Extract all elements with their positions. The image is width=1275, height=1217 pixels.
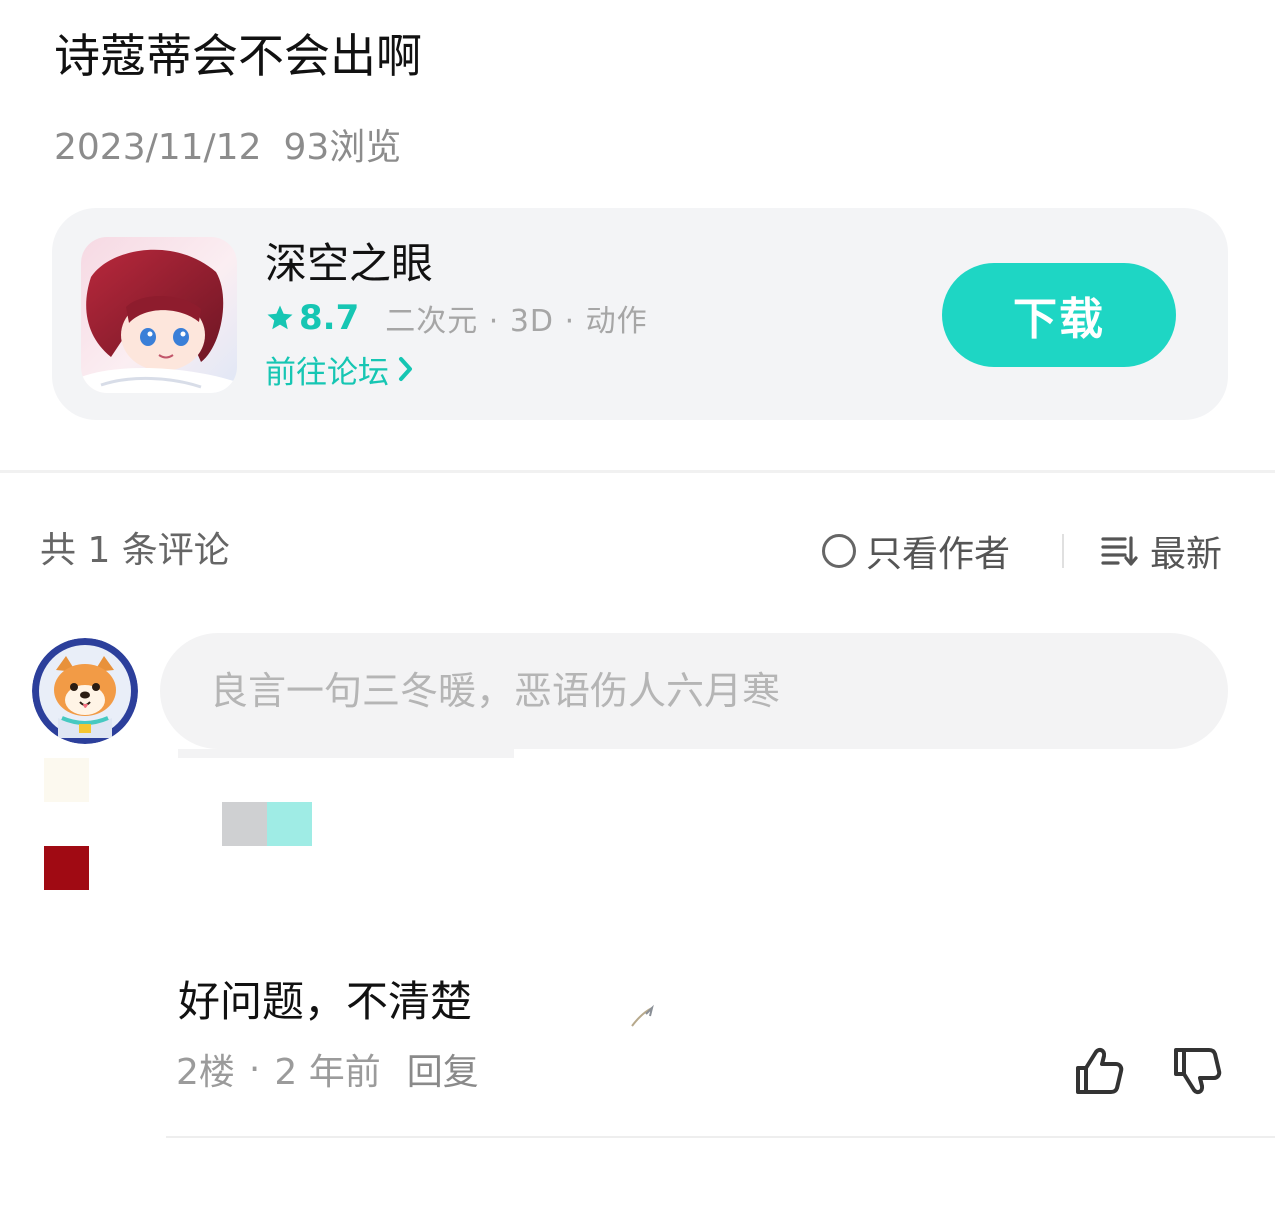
- radio-circle-icon: [822, 534, 856, 568]
- chevron-right-icon: [399, 357, 412, 381]
- thumbs-up-icon: [1076, 1047, 1124, 1094]
- forum-link[interactable]: 前往论坛: [265, 349, 415, 391]
- comment-divider: [166, 1136, 1275, 1138]
- post-title: 诗蔻蒂会不会出啊: [54, 29, 422, 83]
- render-artifact: [222, 802, 267, 846]
- comment-time: 2 年前: [274, 1052, 381, 1093]
- header-divider: [1062, 534, 1064, 568]
- render-artifact: [631, 1004, 654, 1027]
- render-artifact: [44, 758, 89, 802]
- comment-text: 好问题，不清楚: [178, 977, 473, 1026]
- sort-toggle[interactable]: 最新: [1100, 527, 1222, 575]
- dislike-button[interactable]: [1170, 1044, 1224, 1098]
- download-button[interactable]: 下载: [942, 263, 1176, 367]
- game-rating-row: 8.7 二次元 · 3D · 动作: [265, 298, 648, 339]
- post-detail-page: 诗蔻蒂会不会出啊 2023/11/12 93浏览 深空之眼 8.7 二次元 · …: [0, 0, 1275, 1217]
- game-tags: 二次元 · 3D · 动作: [385, 304, 648, 339]
- thumbs-down-icon: [1174, 1048, 1222, 1095]
- author-only-label: 只看作者: [866, 534, 1011, 575]
- render-artifact: [44, 846, 89, 890]
- comment-input[interactable]: [160, 633, 1228, 749]
- section-divider: [0, 470, 1275, 473]
- post-date: 2023/11/12: [54, 127, 262, 168]
- star-icon: [267, 305, 293, 330]
- game-name[interactable]: 深空之眼: [265, 238, 433, 290]
- meta-separator: ·: [248, 1048, 261, 1090]
- like-button[interactable]: [1072, 1044, 1126, 1098]
- comment-floor: 2楼: [176, 1052, 235, 1093]
- comment-meta: 2楼 · 2 年前 回复: [176, 1044, 479, 1094]
- game-card[interactable]: 深空之眼 8.7 二次元 · 3D · 动作 前往论坛 下载: [52, 208, 1228, 420]
- author-only-toggle[interactable]: 只看作者: [822, 527, 1010, 575]
- render-artifact: [267, 802, 312, 846]
- sort-label: 最新: [1150, 534, 1223, 575]
- render-artifact: [178, 749, 514, 758]
- game-rating: 8.7: [299, 298, 360, 338]
- comments-count: 共 1 条评论: [40, 530, 230, 571]
- reply-button[interactable]: 回复: [407, 1043, 479, 1095]
- game-icon[interactable]: [81, 237, 237, 393]
- user-avatar[interactable]: [32, 638, 138, 744]
- post-meta: 2023/11/12 93浏览: [54, 124, 401, 172]
- sort-list-icon: [1101, 536, 1138, 566]
- post-views: 93浏览: [283, 127, 402, 168]
- forum-link-label: 前往论坛: [265, 354, 389, 391]
